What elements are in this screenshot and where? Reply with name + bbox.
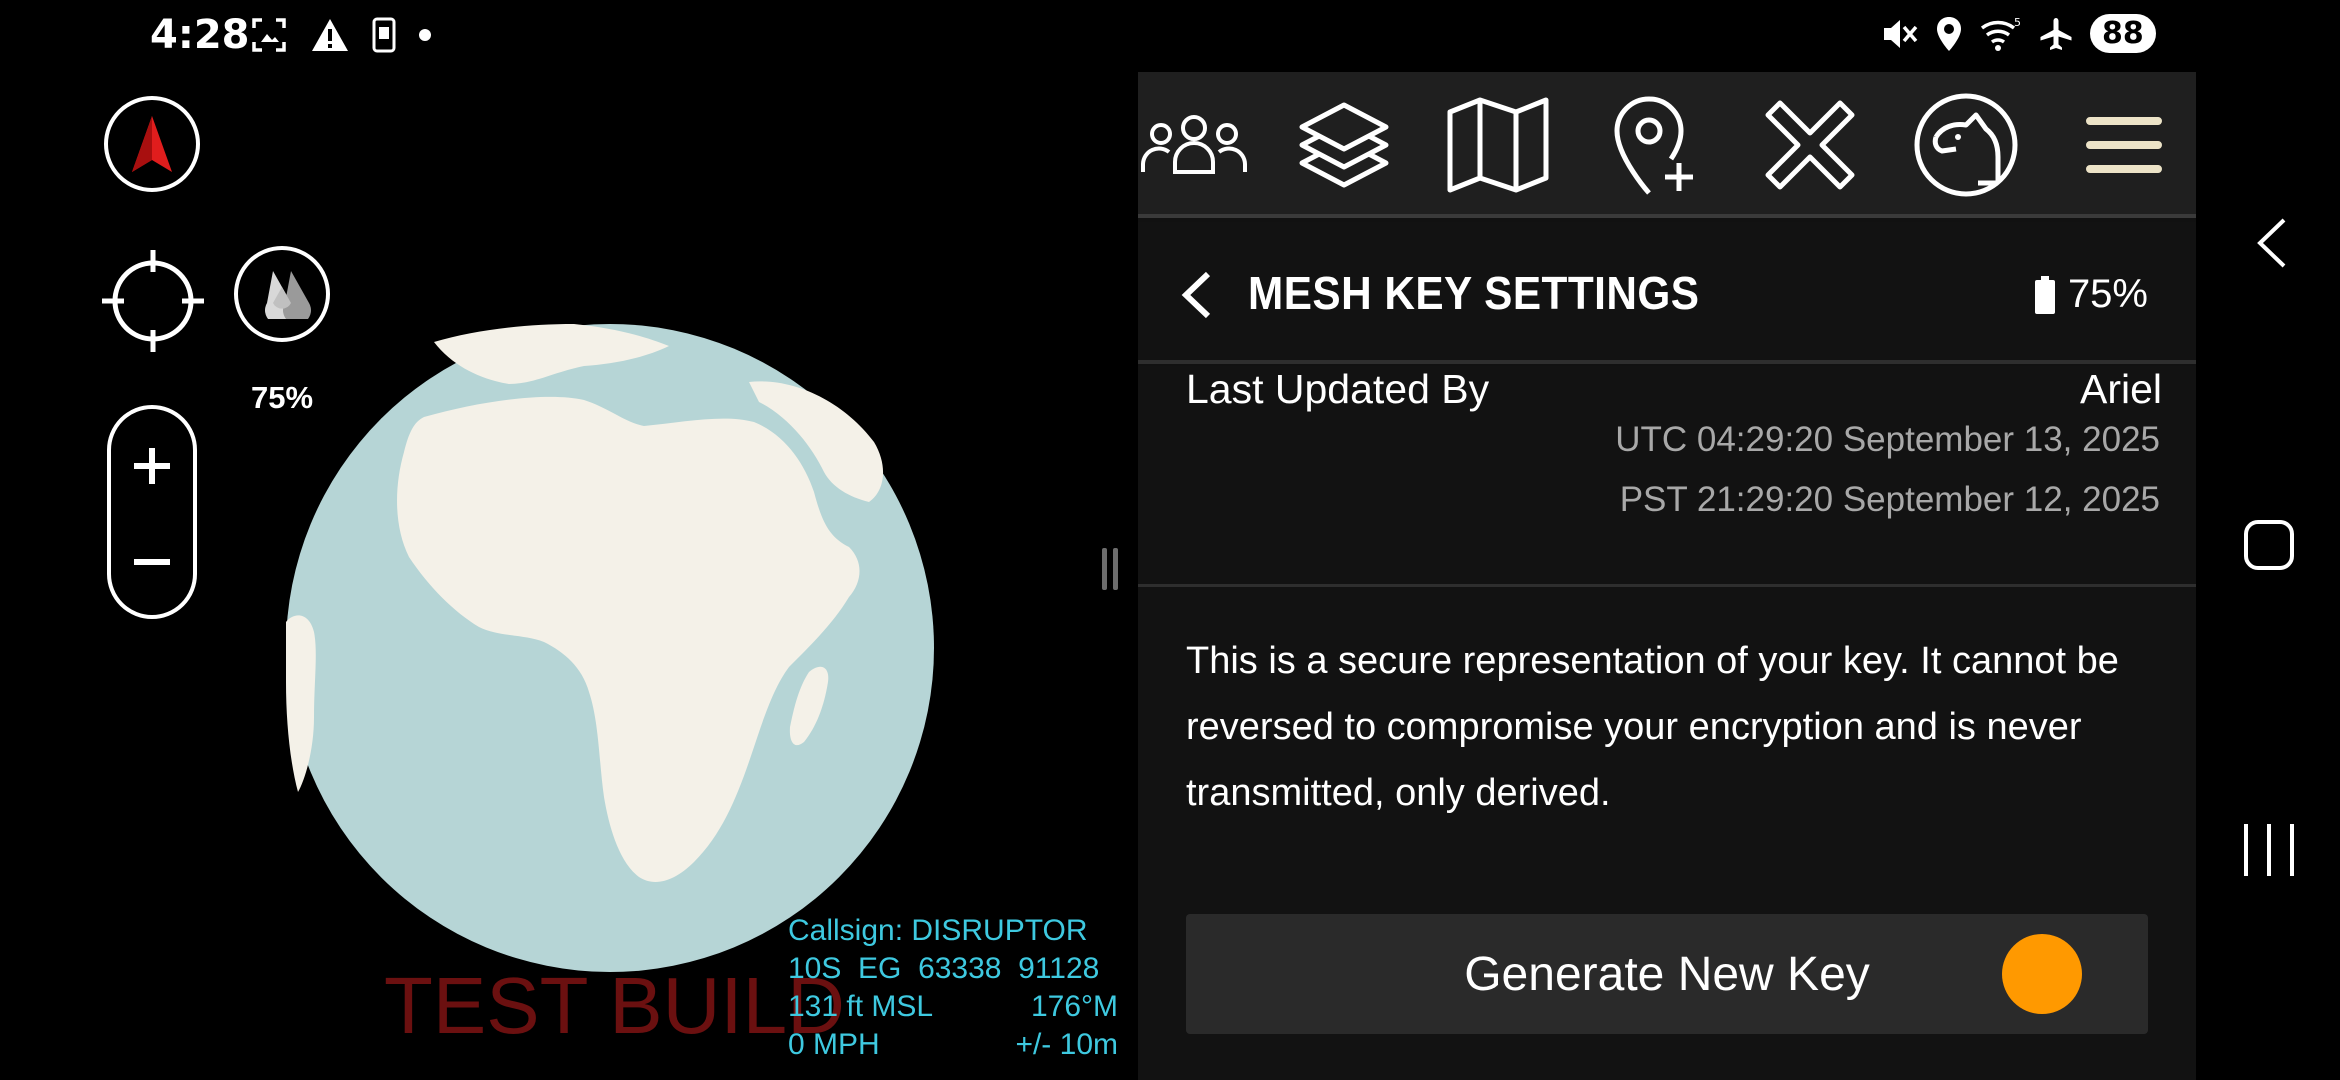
accuracy-text: +/- 10m <box>1015 1028 1118 1061</box>
wifi-icon: 5 <box>1980 16 2021 51</box>
chevron-left-icon <box>1181 271 1211 319</box>
toolbar <box>1138 72 2196 218</box>
globe-map[interactable] <box>284 322 936 974</box>
device-battery-value: 75% <box>2067 272 2148 316</box>
status-time: 4:28 <box>150 12 250 58</box>
divider <box>1138 584 2196 587</box>
zoom-out-button[interactable] <box>111 527 193 597</box>
back-button[interactable] <box>1176 270 1220 320</box>
wifi-band-label: 5 <box>2014 16 2021 29</box>
add-pin-icon <box>1614 96 1693 195</box>
north-arrow-icon <box>132 116 172 172</box>
locate-me-button[interactable] <box>100 248 206 354</box>
status-left-icons <box>250 16 432 54</box>
mute-icon <box>1884 19 1918 48</box>
readout-altitude-heading: 131 ft MSL 176°M <box>788 988 1118 1026</box>
split-drag-handle[interactable] <box>1102 548 1122 590</box>
team-button[interactable] <box>1134 80 1254 210</box>
generate-key-button[interactable]: Generate New Key <box>1186 914 2148 1034</box>
speed-text: 0 MPH <box>788 1028 880 1061</box>
pst-timestamp: PST 21:29:20 September 12, 2025 <box>1619 480 2160 519</box>
dog-icon <box>1914 93 2018 197</box>
phone-icon <box>372 17 396 53</box>
team-icon <box>1141 115 1247 174</box>
transparency-icon <box>265 271 311 319</box>
settings-panel: MESH KEY SETTINGS 75% Last Updated By Ar… <box>1138 72 2196 1080</box>
key-status-indicator <box>2002 934 2082 1014</box>
panel-header: MESH KEY SETTINGS 75% <box>1138 222 2196 364</box>
zoom-in-button[interactable] <box>111 431 193 501</box>
last-updated-value: Ariel <box>2079 366 2162 412</box>
status-bar: 4:28 5 88 <box>0 0 2340 70</box>
location-icon <box>1937 16 1961 51</box>
heading-text: 176°M <box>1030 990 1118 1023</box>
k9-button[interactable] <box>1906 80 2026 210</box>
position-readout: Callsign: DISRUPTOR 10S EG 63338 91128 1… <box>788 912 1118 1064</box>
menu-icon <box>2086 117 2162 173</box>
page-title: MESH KEY SETTINGS <box>1248 267 1700 319</box>
readout-speed-accuracy: 0 MPH +/- 10m <box>788 1026 1118 1064</box>
system-home-button[interactable] <box>2244 520 2294 570</box>
layers-icon <box>1299 102 1389 188</box>
status-right-icons: 5 88 <box>1880 14 2156 53</box>
device-battery: 75% <box>2034 272 2148 317</box>
test-build-watermark: TEST BUILD <box>384 961 845 1050</box>
crosshair-icon <box>102 250 204 352</box>
layers-button[interactable] <box>1284 80 1404 210</box>
airplane-icon <box>2040 17 2072 50</box>
panel-content: Last Updated By Ariel UTC 04:29:20 Septe… <box>1138 366 2196 1080</box>
close-button[interactable] <box>1750 80 1870 210</box>
close-icon <box>1765 100 1855 190</box>
plus-icon <box>134 448 170 484</box>
map-button[interactable] <box>1438 80 1558 210</box>
screenshot-icon <box>252 18 286 52</box>
dot-icon <box>419 29 431 41</box>
key-description: This is a secure representation of your … <box>1186 640 2119 814</box>
last-updated-label: Last Updated By <box>1186 366 1490 412</box>
map-icon <box>1447 97 1549 193</box>
battery-icon <box>2034 275 2055 314</box>
nav-back-icon <box>2257 218 2286 268</box>
compass-button[interactable] <box>104 96 200 192</box>
warning-icon <box>312 19 348 51</box>
minus-icon <box>134 559 170 565</box>
callsign-text: Callsign: DISRUPTOR <box>788 914 1088 947</box>
system-back-button[interactable] <box>2250 216 2292 270</box>
last-updated-row: Last Updated By Ariel <box>1186 366 2162 413</box>
add-pin-button[interactable] <box>1594 80 1714 210</box>
status-battery: 88 <box>2090 14 2156 53</box>
zoom-control <box>107 405 197 619</box>
menu-button[interactable] <box>2064 80 2184 210</box>
readout-callsign: Callsign: DISRUPTOR <box>788 912 1118 950</box>
altitude-text: 131 ft MSL <box>788 990 934 1023</box>
system-recents-button[interactable] <box>2244 824 2294 876</box>
utc-timestamp: UTC 04:29:20 September 13, 2025 <box>1615 420 2160 459</box>
grid-text: 10S EG 63338 91128 <box>788 952 1100 985</box>
readout-grid: 10S EG 63338 91128 <box>788 950 1118 988</box>
